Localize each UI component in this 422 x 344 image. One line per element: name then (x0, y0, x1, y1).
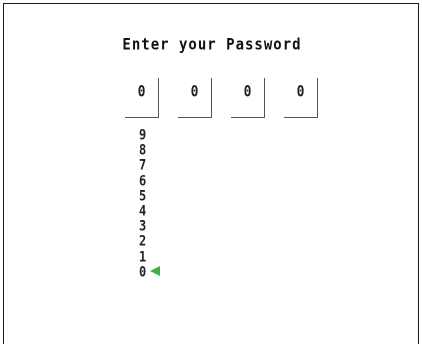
digit-option-6[interactable]: 6 (139, 172, 160, 189)
digit-option-2[interactable]: 2 (139, 233, 160, 250)
password-digit-2[interactable]: 0 (178, 78, 212, 118)
page-title: Enter your Password (122, 35, 302, 55)
password-digit-1-value: 0 (137, 83, 146, 102)
digit-option-1[interactable]: 1 (139, 248, 160, 265)
digit-option-0[interactable]: 0 (139, 263, 161, 280)
selection-arrow-icon (150, 266, 161, 277)
password-digit-1[interactable]: 0 (125, 78, 159, 118)
password-digit-2-value: 0 (190, 83, 199, 102)
digit-option-7[interactable]: 7 (139, 157, 160, 174)
password-digit-4[interactable]: 0 (284, 78, 318, 118)
password-screen: Enter your Password 0 0 0 0 9 8 7 6 5 4 … (3, 3, 419, 344)
digit-option-list: 9 8 7 6 5 4 3 2 1 0 (139, 126, 161, 280)
password-digit-3[interactable]: 0 (231, 78, 265, 118)
password-digit-4-value: 0 (296, 83, 305, 102)
password-digit-3-value: 0 (243, 83, 252, 102)
